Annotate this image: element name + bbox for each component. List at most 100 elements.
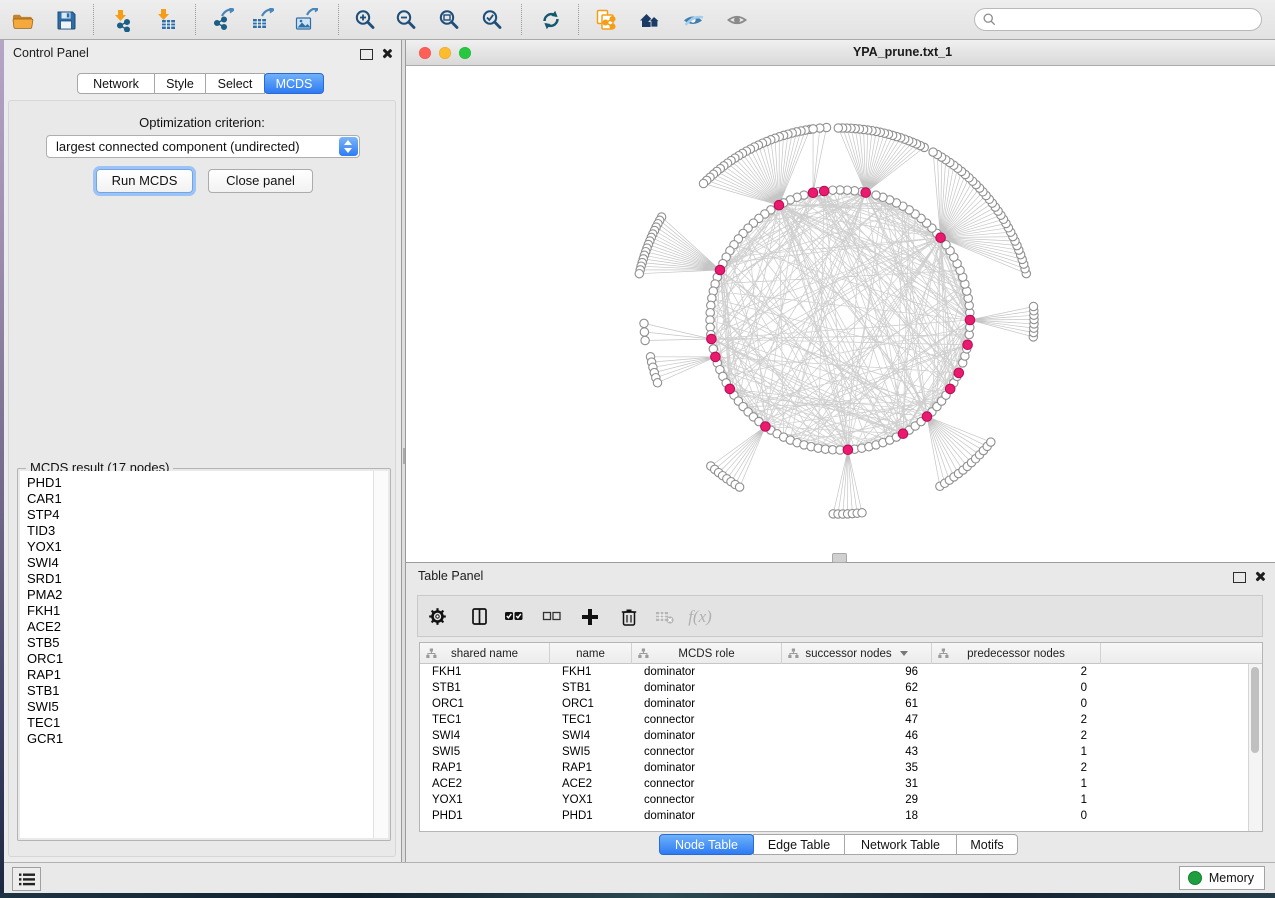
- task-history-button[interactable]: [12, 867, 41, 891]
- mcds-result-item[interactable]: PHD1: [20, 475, 388, 491]
- tab-select[interactable]: Select: [205, 73, 265, 94]
- tab-edge-table[interactable]: Edge Table: [753, 834, 845, 855]
- table-row[interactable]: YOX1YOX1connector291: [420, 792, 1262, 808]
- mcds-hub-node[interactable]: [843, 445, 853, 455]
- network-node[interactable]: [640, 328, 648, 336]
- close-window-traffic-light[interactable]: [419, 47, 431, 59]
- column-header-MCDS-role[interactable]: MCDS role: [632, 643, 782, 664]
- open-icon[interactable]: [5, 4, 39, 36]
- tab-motifs[interactable]: Motifs: [956, 834, 1018, 855]
- network-graph[interactable]: [406, 66, 1275, 562]
- table-row[interactable]: RAP1RAP1dominator352: [420, 760, 1262, 776]
- network-node[interactable]: [735, 483, 743, 491]
- mcds-hub-node[interactable]: [922, 412, 932, 422]
- network-node[interactable]: [1029, 302, 1037, 310]
- criterion-dropdown[interactable]: largest connected component (undirected): [46, 135, 360, 158]
- table-row[interactable]: TEC1TEC1connector472: [420, 712, 1262, 728]
- network-node[interactable]: [699, 179, 707, 187]
- column-header-shared-name[interactable]: shared name: [420, 643, 550, 664]
- mcds-result-item[interactable]: CAR1: [20, 491, 388, 507]
- network-node[interactable]: [641, 336, 649, 344]
- mcds-result-item[interactable]: STB5: [20, 635, 388, 651]
- duplicate-network-icon[interactable]: [588, 4, 622, 36]
- network-node[interactable]: [829, 186, 837, 194]
- table-row[interactable]: ACE2ACE2connector311: [420, 776, 1262, 792]
- mcds-hub-node[interactable]: [761, 422, 771, 432]
- table-close-icon[interactable]: [1254, 571, 1265, 582]
- delete-icon[interactable]: [615, 603, 643, 631]
- mcds-result-item[interactable]: TEC1: [20, 715, 388, 731]
- zoom-out-icon[interactable]: [389, 4, 423, 36]
- mcds-hub-node[interactable]: [936, 233, 946, 243]
- first-neighbors-icon[interactable]: [633, 4, 667, 36]
- zoom-selected-icon[interactable]: [475, 4, 509, 36]
- add-icon[interactable]: [576, 603, 604, 631]
- mcds-hub-node[interactable]: [945, 384, 955, 394]
- horizontal-splitter-grip[interactable]: [832, 553, 847, 563]
- table-row[interactable]: PHD1PHD1dominator180: [420, 808, 1262, 824]
- search-box[interactable]: [974, 8, 1262, 31]
- mcds-hub-node[interactable]: [954, 368, 964, 378]
- network-node[interactable]: [834, 124, 842, 132]
- mcds-result-item[interactable]: STB1: [20, 683, 388, 699]
- column-header-predecessor-nodes[interactable]: predecessor nodes: [932, 643, 1101, 664]
- split-columns-icon[interactable]: [466, 603, 494, 631]
- tab-style[interactable]: Style: [154, 73, 206, 94]
- export-image-icon[interactable]: [289, 4, 323, 36]
- mcds-hub-node[interactable]: [965, 315, 975, 325]
- search-input[interactable]: [1001, 12, 1261, 28]
- mcds-hub-node[interactable]: [707, 334, 717, 344]
- mcds-hub-node[interactable]: [861, 188, 871, 198]
- table-row[interactable]: FKH1FKH1dominator962: [420, 664, 1262, 680]
- mcds-hub-node[interactable]: [774, 200, 784, 210]
- close-panel-button[interactable]: Close panel: [208, 169, 313, 193]
- function-icon[interactable]: f(x): [686, 603, 714, 631]
- network-node[interactable]: [987, 438, 995, 446]
- mcds-result-item[interactable]: PMA2: [20, 587, 388, 603]
- mcds-result-list[interactable]: PHD1CAR1STP4TID3YOX1SWI4SRD1PMA2FKH1ACE2…: [20, 471, 388, 838]
- table-row[interactable]: SWI4SWI4dominator462: [420, 728, 1262, 744]
- hide-selected-icon[interactable]: [676, 4, 710, 36]
- network-node[interactable]: [653, 379, 661, 387]
- network-node[interactable]: [640, 319, 648, 327]
- gear-icon[interactable]: [424, 603, 452, 631]
- float-panel-icon[interactable]: [360, 49, 373, 60]
- table-float-icon[interactable]: [1233, 572, 1246, 583]
- mcds-result-item[interactable]: YOX1: [20, 539, 388, 555]
- zoom-in-icon[interactable]: [348, 4, 382, 36]
- table-scrollbar[interactable]: [1248, 664, 1262, 831]
- mcds-result-item[interactable]: RAP1: [20, 667, 388, 683]
- mcds-result-item[interactable]: TID3: [20, 523, 388, 539]
- deselect-all-icon[interactable]: [538, 603, 566, 631]
- show-all-icon[interactable]: [720, 4, 754, 36]
- mcds-result-item[interactable]: GCR1: [20, 731, 388, 747]
- mcds-hub-node[interactable]: [819, 186, 829, 196]
- tab-network[interactable]: Network: [77, 73, 155, 94]
- network-canvas[interactable]: [406, 66, 1275, 562]
- mcds-list-scrollbar[interactable]: [373, 471, 388, 838]
- import-network-icon[interactable]: [106, 4, 140, 36]
- mcds-result-item[interactable]: SRD1: [20, 571, 388, 587]
- mcds-hub-node[interactable]: [725, 384, 735, 394]
- import-table-icon[interactable]: [149, 4, 183, 36]
- mcds-hub-node[interactable]: [711, 352, 721, 362]
- mcds-result-item[interactable]: ORC1: [20, 651, 388, 667]
- network-node[interactable]: [809, 125, 817, 133]
- network-node[interactable]: [635, 270, 643, 278]
- column-header-successor-nodes[interactable]: successor nodes: [782, 643, 932, 664]
- tab-network-table[interactable]: Network Table: [844, 834, 957, 855]
- refresh-icon[interactable]: [534, 4, 568, 36]
- mcds-hub-node[interactable]: [898, 429, 908, 439]
- tab-mcds[interactable]: MCDS: [264, 73, 324, 94]
- table-scrollbar-thumb[interactable]: [1251, 667, 1259, 753]
- mcds-result-item[interactable]: SWI5: [20, 699, 388, 715]
- mcds-result-item[interactable]: STP4: [20, 507, 388, 523]
- select-all-icon[interactable]: [500, 603, 528, 631]
- mcds-hub-node[interactable]: [963, 340, 973, 350]
- network-node[interactable]: [929, 148, 937, 156]
- save-icon[interactable]: [49, 4, 83, 36]
- minimize-window-traffic-light[interactable]: [439, 47, 451, 59]
- close-panel-icon[interactable]: [381, 48, 392, 59]
- mcds-result-item[interactable]: ACE2: [20, 619, 388, 635]
- export-network-icon[interactable]: [205, 4, 239, 36]
